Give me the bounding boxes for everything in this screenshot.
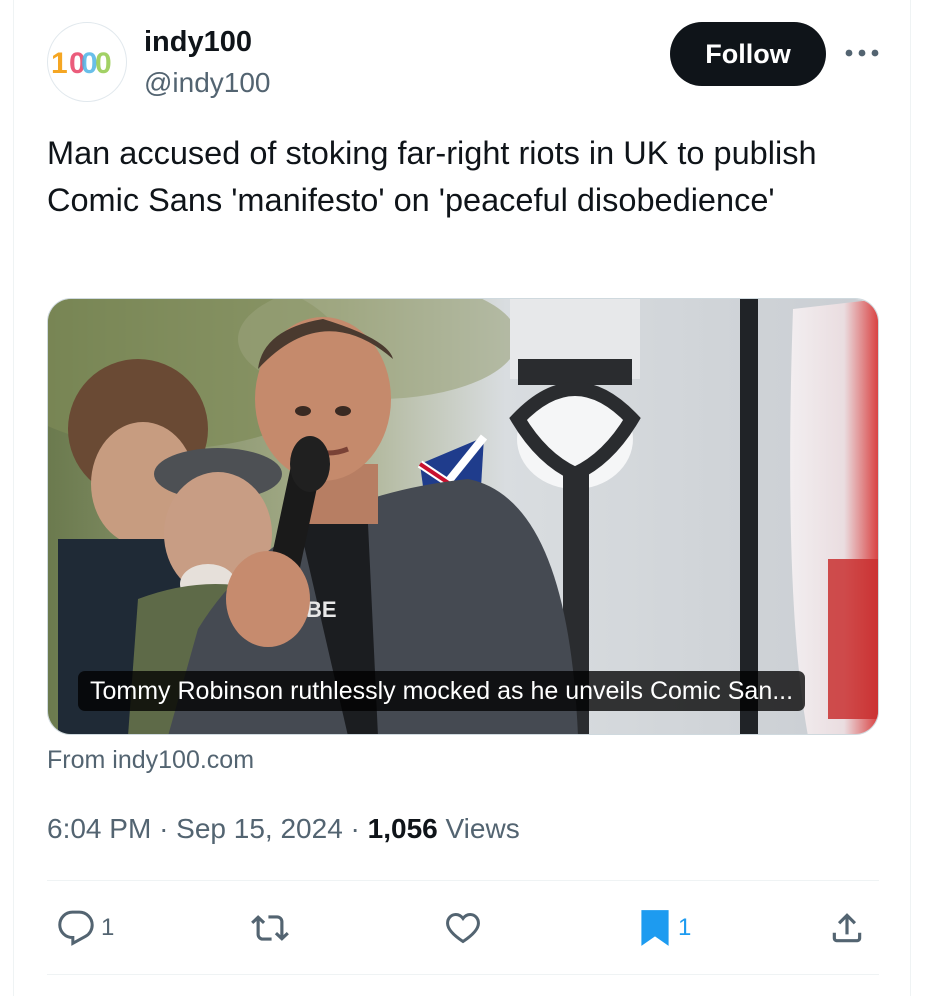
tweet-date[interactable]: Sep 15, 2024 bbox=[176, 813, 343, 844]
reply-icon bbox=[58, 910, 94, 946]
display-name[interactable]: indy100 bbox=[144, 24, 252, 60]
tweet-time[interactable]: 6:04 PM bbox=[47, 813, 151, 844]
reply-count: 1 bbox=[101, 914, 115, 941]
share-icon bbox=[832, 913, 862, 943]
svg-text:0: 0 bbox=[95, 47, 112, 80]
like-icon bbox=[446, 913, 480, 944]
indy100-logo: 1 0 0 0 bbox=[51, 47, 112, 80]
bookmark-count: 1 bbox=[678, 914, 692, 941]
link-card[interactable]: BE Tommy Robinson ruthlessly mocked as h… bbox=[47, 298, 879, 735]
views-count: 1,056 bbox=[367, 813, 438, 844]
tweet-text: Man accused of stoking far-right riots i… bbox=[47, 135, 817, 218]
meta-separator: · bbox=[159, 813, 169, 844]
divider bbox=[47, 974, 879, 975]
like-button[interactable] bbox=[444, 905, 482, 951]
svg-text:1: 1 bbox=[51, 47, 68, 80]
meta-separator: · bbox=[350, 813, 360, 844]
tweet-meta: 6:04 PM · Sep 15, 2024 · 1,056 Views bbox=[47, 810, 520, 848]
more-icon[interactable] bbox=[842, 38, 882, 68]
card-caption: Tommy Robinson ruthlessly mocked as he u… bbox=[78, 671, 806, 711]
views-label: Views bbox=[445, 813, 520, 844]
svg-text:BE: BE bbox=[306, 597, 337, 622]
share-button[interactable] bbox=[828, 905, 866, 951]
avatar[interactable]: 1 0 0 0 bbox=[47, 22, 127, 102]
retweet-icon bbox=[251, 915, 289, 941]
card-source-link[interactable]: From indy100.com bbox=[47, 744, 254, 776]
retweet-button[interactable] bbox=[250, 905, 290, 951]
follow-button[interactable]: Follow bbox=[670, 22, 826, 86]
article-photo: BE bbox=[48, 299, 878, 734]
handle[interactable]: @indy100 bbox=[144, 66, 271, 100]
reply-button[interactable]: 1 bbox=[57, 905, 114, 951]
divider bbox=[47, 880, 879, 881]
bookmark-button[interactable]: 1 bbox=[638, 905, 691, 951]
bookmark-icon bbox=[641, 910, 669, 946]
